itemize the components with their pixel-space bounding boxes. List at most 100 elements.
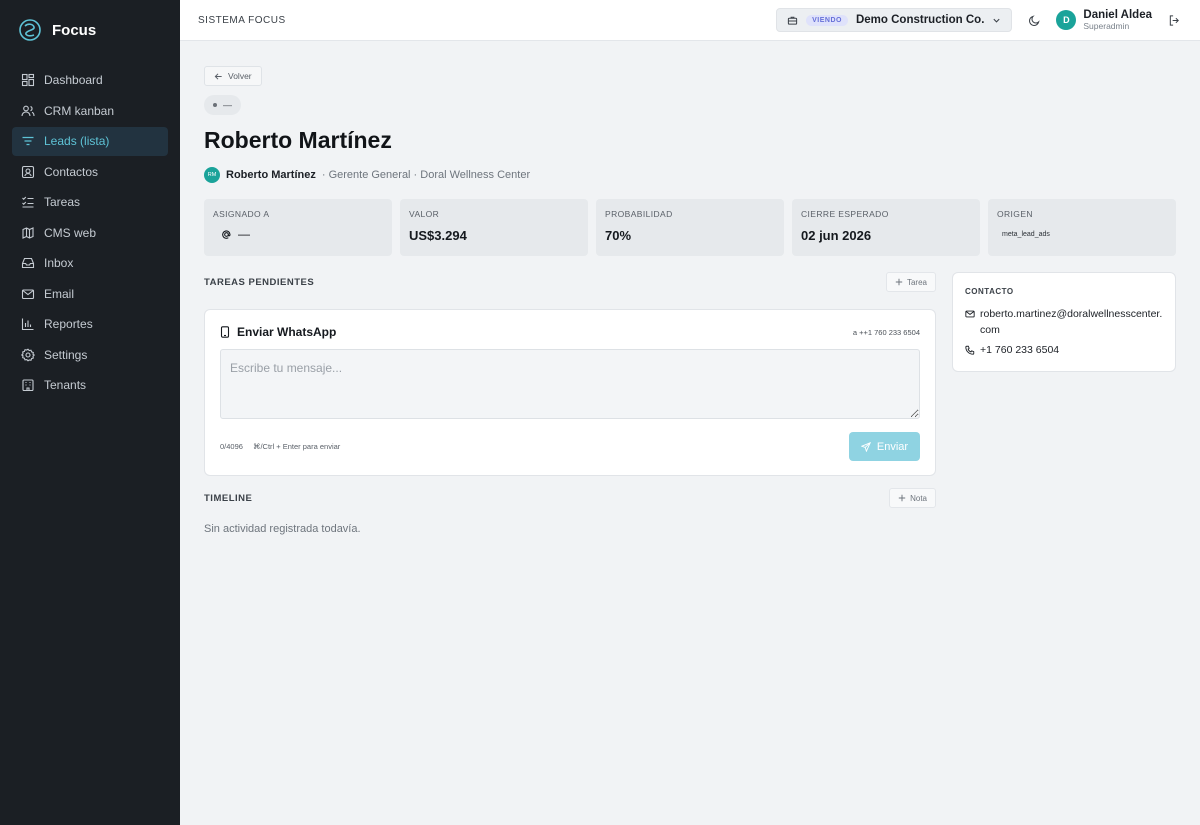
stat-value: meta_lead_ads [1002,231,1050,238]
users-icon [21,105,35,116]
sidebar-item-crm-kanban[interactable]: CRM kanban [12,97,168,126]
stats-row: ASIGNADO A — VALOR US$3.294 PROBABILIDAD… [204,199,1176,256]
sidebar-item-label: Reportes [44,317,93,332]
message-input[interactable] [220,349,920,419]
bar-chart-icon [21,318,34,331]
sidebar-item-leads[interactable]: Leads (lista) [12,127,168,156]
filter-icon [22,137,34,146]
stat-value: 70% [605,228,632,243]
sidebar-item-label: Tenants [44,378,87,393]
sidebar-item-reportes[interactable]: Reportes [12,310,168,339]
sidebar-item-tareas[interactable]: Tareas [12,188,168,217]
theme-toggle[interactable] [1026,12,1042,28]
char-counter: 0/4096 [220,442,243,451]
logout-icon [1169,14,1179,26]
focus-logo-icon [19,19,41,41]
brand-name: Focus [52,21,97,39]
stat-probability: PROBABILIDAD 70% [596,199,784,256]
sidebar-item-label: CMS web [44,225,97,240]
contact-phone-row[interactable]: +1 760 233 6504 [965,342,1163,358]
stat-value-card: VALOR US$3.294 [400,199,588,256]
sidebar-item-cms-web[interactable]: CMS web [12,219,168,248]
contact-email[interactable]: roberto.martinez@doralwellnesscenter.com [980,306,1163,338]
contact-name-link[interactable]: Roberto Martínez [226,169,316,181]
stat-label: ASIGNADO A [213,209,270,219]
briefcase-icon [787,16,798,25]
sidebar-item-settings[interactable]: Settings [12,341,168,370]
send-label: Enviar [876,440,909,453]
building-icon [22,379,34,392]
sidebar-item-email[interactable]: Email [12,280,168,309]
avatar: D [1056,10,1077,30]
inbox-icon [21,258,35,269]
arrow-left-icon [214,72,222,80]
sidebar-item-label: Leads (lista) [44,134,110,149]
back-button[interactable]: Volver [204,66,262,86]
tasks-header: TAREAS PENDIENTES Tarea [204,272,936,292]
stat-label: CIERRE ESPERADO [801,209,889,219]
system-title: SISTEMA FOCUS [198,14,286,26]
tenant-name: Demo Construction Co. [855,14,985,26]
whatsapp-title: Enviar WhatsApp [237,325,337,339]
at-sign-icon [222,229,231,239]
whatsapp-recipient: a ++1 760 233 6504 [852,327,920,337]
brand[interactable]: Focus [0,0,180,60]
user-name: Daniel Aldea [1083,9,1152,21]
contact-avatar: RM [204,167,220,183]
chevron-down-icon [993,18,1000,23]
sidebar-item-dashboard[interactable]: Dashboard [12,66,168,95]
contact-icon [21,165,35,178]
stage-badge[interactable]: — [204,95,241,115]
plus-icon [898,494,906,502]
topbar: SISTEMA FOCUS VIENDO Demo Construction C… [180,0,1200,41]
lead-contact-line: RM Roberto Martínez · Gerente General · … [204,167,1176,183]
sidebar-nav: Dashboard CRM kanban Leads (lista) Conta… [0,60,180,406]
stage-dot-icon [213,103,217,107]
moon-icon [1028,14,1040,26]
logout-button[interactable] [1166,12,1182,28]
timeline-empty-message: Sin actividad registrada todavía. [204,523,361,535]
sidebar-item-label: Dashboard [44,73,103,88]
whatsapp-composer: Enviar WhatsApp a ++1 760 233 6504 0/409… [204,309,936,476]
add-task-button[interactable]: Tarea [885,272,936,292]
gear-icon [21,348,35,362]
contact-phone[interactable]: +1 760 233 6504 [980,342,1059,358]
sidebar-item-label: Email [44,286,75,301]
grid-icon [21,74,35,87]
sidebar-item-tenants[interactable]: Tenants [12,371,168,400]
sidebar-item-contactos[interactable]: Contactos [12,158,168,187]
stat-label: VALOR [409,209,440,219]
tasks-title: TAREAS PENDIENTES [204,276,315,288]
phone-device-icon [220,326,230,338]
stat-close-date: CIERRE ESPERADO 02 jun 2026 [792,199,980,256]
stat-origin: ORIGEN meta_lead_ads [988,199,1176,256]
send-hint: ⌘/Ctrl + Enter para enviar [252,442,341,451]
stat-label: PROBABILIDAD [605,209,673,219]
sidebar-item-inbox[interactable]: Inbox [12,249,168,278]
mail-icon [21,289,35,299]
contact-card: CONTACTO roberto.martinez@doralwellnessc… [952,272,1176,372]
stat-assigned[interactable]: ASIGNADO A — [204,199,392,256]
sidebar-item-label: Settings [44,347,88,362]
send-button[interactable]: Enviar [849,432,920,461]
sidebar: Focus Dashboard CRM kanban Leads (lista)… [0,0,180,825]
stat-value: US$3.294 [409,228,467,243]
timeline-title: TIMELINE [204,492,253,504]
sidebar-item-label: Inbox [44,256,74,271]
send-icon [860,441,871,452]
sidebar-item-label: CRM kanban [44,103,115,118]
contact-role: · Gerente General · Doral Wellness Cente… [321,169,531,181]
phone-icon [965,345,975,355]
checklist-icon [22,196,34,208]
timeline-header: TIMELINE Nota [204,488,936,508]
user-role: Superadmin [1083,21,1130,31]
user-menu[interactable]: D Daniel Aldea Superadmin [1056,9,1152,31]
stage-label: — [223,100,232,110]
sidebar-item-label: Contactos [44,164,99,179]
add-note-button[interactable]: Nota [889,488,936,508]
plus-icon [895,278,903,286]
page-title: Roberto Martínez [204,127,392,153]
tenant-selector[interactable]: VIENDO Demo Construction Co. [776,8,1013,32]
viewing-badge: VIENDO [806,14,848,26]
contact-email-row[interactable]: roberto.martinez@doralwellnesscenter.com [965,306,1163,338]
